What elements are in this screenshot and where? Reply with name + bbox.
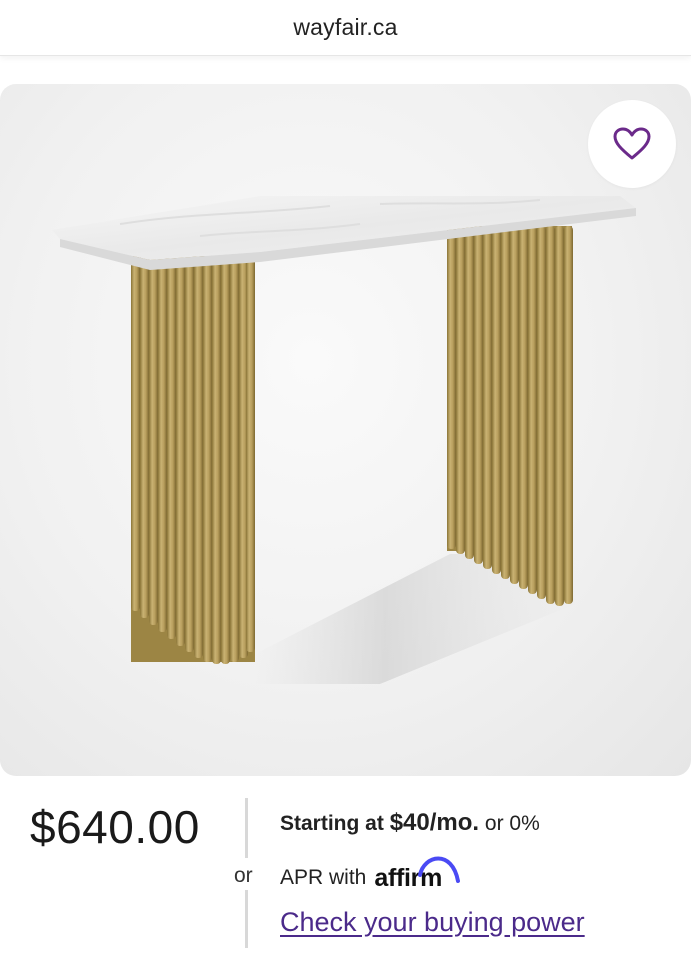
starting-at-label: Starting at bbox=[280, 812, 384, 835]
price-section: $640.00 or Starting at $40/mo. or 0% APR… bbox=[0, 776, 691, 960]
product-image bbox=[52, 196, 636, 684]
product-price: $640.00 bbox=[30, 801, 200, 853]
right-leg bbox=[447, 226, 573, 606]
check-buying-power-link[interactable]: Check your buying power bbox=[280, 907, 585, 938]
monthly-amount: $40/mo. bbox=[389, 809, 480, 836]
url-text: wayfair.ca bbox=[293, 14, 398, 40]
heart-outline-icon bbox=[613, 127, 651, 160]
or-label: or bbox=[234, 864, 253, 887]
divider bbox=[245, 890, 248, 948]
apr-prefix: or 0% bbox=[484, 812, 540, 835]
financing-line-2: APR with affirm bbox=[280, 856, 680, 895]
apr-with-label: APR with bbox=[280, 866, 367, 889]
address-bar[interactable]: wayfair.ca bbox=[0, 0, 691, 56]
divider bbox=[245, 798, 248, 858]
favorite-button[interactable] bbox=[588, 100, 676, 188]
financing-line-1: Starting at $40/mo. or 0% bbox=[280, 806, 680, 841]
affirm-logo: affirm bbox=[374, 856, 461, 895]
left-leg bbox=[131, 256, 255, 664]
financing-info: Starting at $40/mo. or 0% APR with affir… bbox=[280, 806, 680, 938]
product-image-gallery[interactable] bbox=[0, 84, 691, 776]
affirm-arc-icon bbox=[418, 856, 461, 883]
